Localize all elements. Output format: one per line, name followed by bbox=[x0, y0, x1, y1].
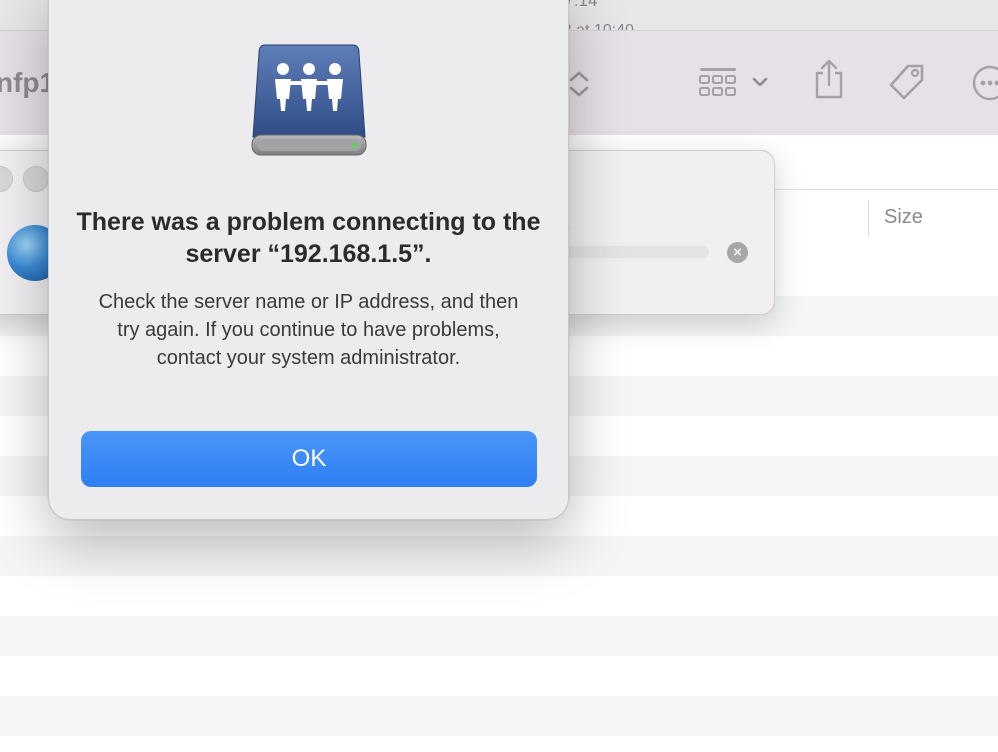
column-size-header[interactable]: Size bbox=[884, 206, 923, 229]
column-divider bbox=[868, 200, 869, 236]
tag-icon[interactable] bbox=[884, 61, 930, 105]
alert-message: Check the server name or IP address, and… bbox=[98, 291, 519, 369]
server-share-icon bbox=[251, 41, 367, 164]
list-row bbox=[0, 656, 998, 696]
connecting-progress-bar bbox=[561, 246, 709, 258]
window-close-button[interactable] bbox=[0, 166, 13, 192]
chevron-down-icon[interactable] bbox=[750, 75, 770, 89]
list-row bbox=[0, 576, 998, 616]
window-title: nfp1 bbox=[0, 67, 56, 98]
view-grid-icon[interactable] bbox=[698, 65, 738, 99]
sort-chevrons-icon[interactable] bbox=[566, 69, 592, 99]
alert-title: There was a problem connecting to the se… bbox=[76, 208, 541, 268]
window-minimize-button[interactable] bbox=[23, 166, 49, 192]
stop-connecting-icon[interactable]: × bbox=[727, 242, 748, 263]
share-icon[interactable] bbox=[812, 57, 846, 101]
more-icon[interactable] bbox=[970, 63, 998, 103]
list-row bbox=[0, 536, 998, 576]
error-alert-dialog: There was a problem connecting to the se… bbox=[48, 0, 569, 520]
ok-button[interactable]: OK bbox=[81, 431, 537, 487]
column-header: Size bbox=[772, 189, 998, 247]
list-row bbox=[0, 696, 998, 736]
list-row bbox=[0, 616, 998, 656]
